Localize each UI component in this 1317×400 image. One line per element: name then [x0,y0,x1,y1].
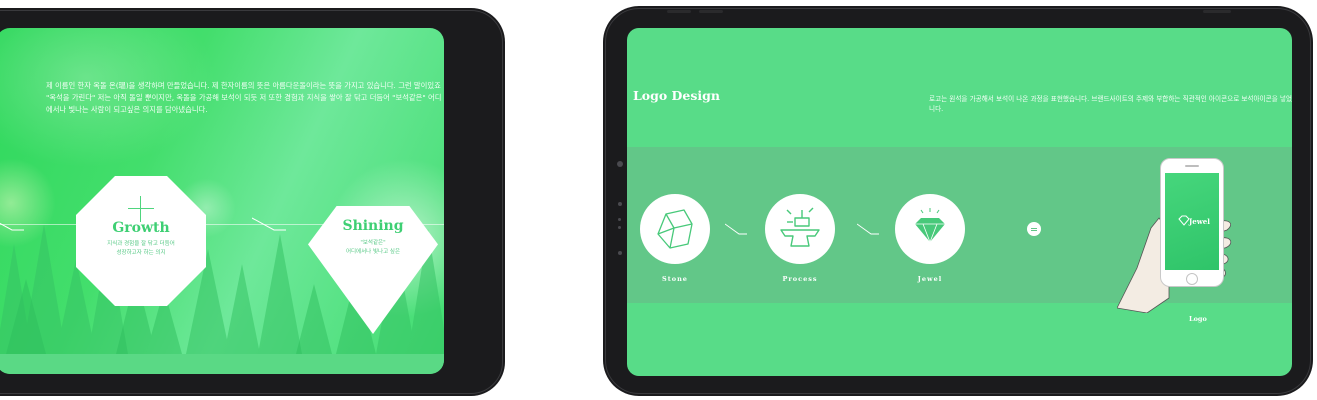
growth-card: Growth 지식과 경험을 잘 닦고 더듬어 성장하고자 하는 의지 [76,176,206,306]
shining-subtitle-line1: "보석같은" [360,240,386,246]
shining-title: Shining [342,218,404,234]
logo-design-title: Logo Design [633,88,720,103]
phone-speaker [1185,165,1199,167]
left-description: 제 이름인 한자 옥돌 온(瑥)을 생각하며 만들었습니다. 제 한자이름의 뜻… [46,81,442,114]
step-label-process: Process [782,275,818,283]
growth-subtitle-line1: 지식과 경험을 잘 닦고 더듬어 [107,241,175,247]
arrow-icon [252,217,286,231]
power-button [1203,10,1231,13]
sensor-dot [618,218,621,221]
phone-screen: Jewel [1165,173,1219,270]
phone-home-button [1186,273,1198,285]
shining-subtitle-line2: 어디에서나 빛나고 싶은 [345,249,401,255]
right-description: 로고는 원석을 가공해서 보석이 나온 과정을 표현했습니다. 브랜드사이트의 … [929,95,1292,113]
left-tablet-mockup: 제 이름인 한자 옥돌 온(瑥)을 생각하며 만들었습니다. 제 한자이름의 뜻… [0,8,505,396]
left-slide-screen: 제 이름인 한자 옥돌 온(瑥)을 생각하며 만들었습니다. 제 한자이름의 뜻… [0,28,444,374]
equals-icon [1027,222,1041,236]
logo-caption: Logo [1189,315,1207,323]
slide-bottom-band [0,354,444,374]
sensor-dot [618,202,622,206]
plus-icon [128,196,154,222]
stone-circle [640,194,710,264]
stone-icon [657,209,693,249]
volume-button [667,10,691,13]
volume-button [699,10,723,13]
growth-subtitle-line2: 성장하고자 하는 의지 [116,250,166,256]
phone-brand-name: Jewel [1189,217,1210,226]
jewel-circle [895,194,965,264]
diamond-icon [915,208,945,244]
sensor-dot [618,251,622,255]
arrow-icon [0,222,24,231]
step-label-stone: Stone [662,275,688,283]
anvil-hammer-icon [780,207,820,247]
growth-title: Growth [112,220,170,236]
sensor-dot [618,226,621,229]
process-circle [765,194,835,264]
right-slide-screen: Logo Design 로고는 원석을 가공해서 보석이 나온 과정을 표현했습… [627,28,1292,376]
right-tablet-mockup: Logo Design 로고는 원석을 가공해서 보석이 나온 과정을 표현했습… [603,6,1313,396]
step-label-jewel: Jewel [917,275,943,283]
arrow-icon [857,223,879,235]
arrow-icon [725,223,747,235]
phone-mockup: Jewel [1160,158,1224,287]
camera-icon [617,161,623,167]
